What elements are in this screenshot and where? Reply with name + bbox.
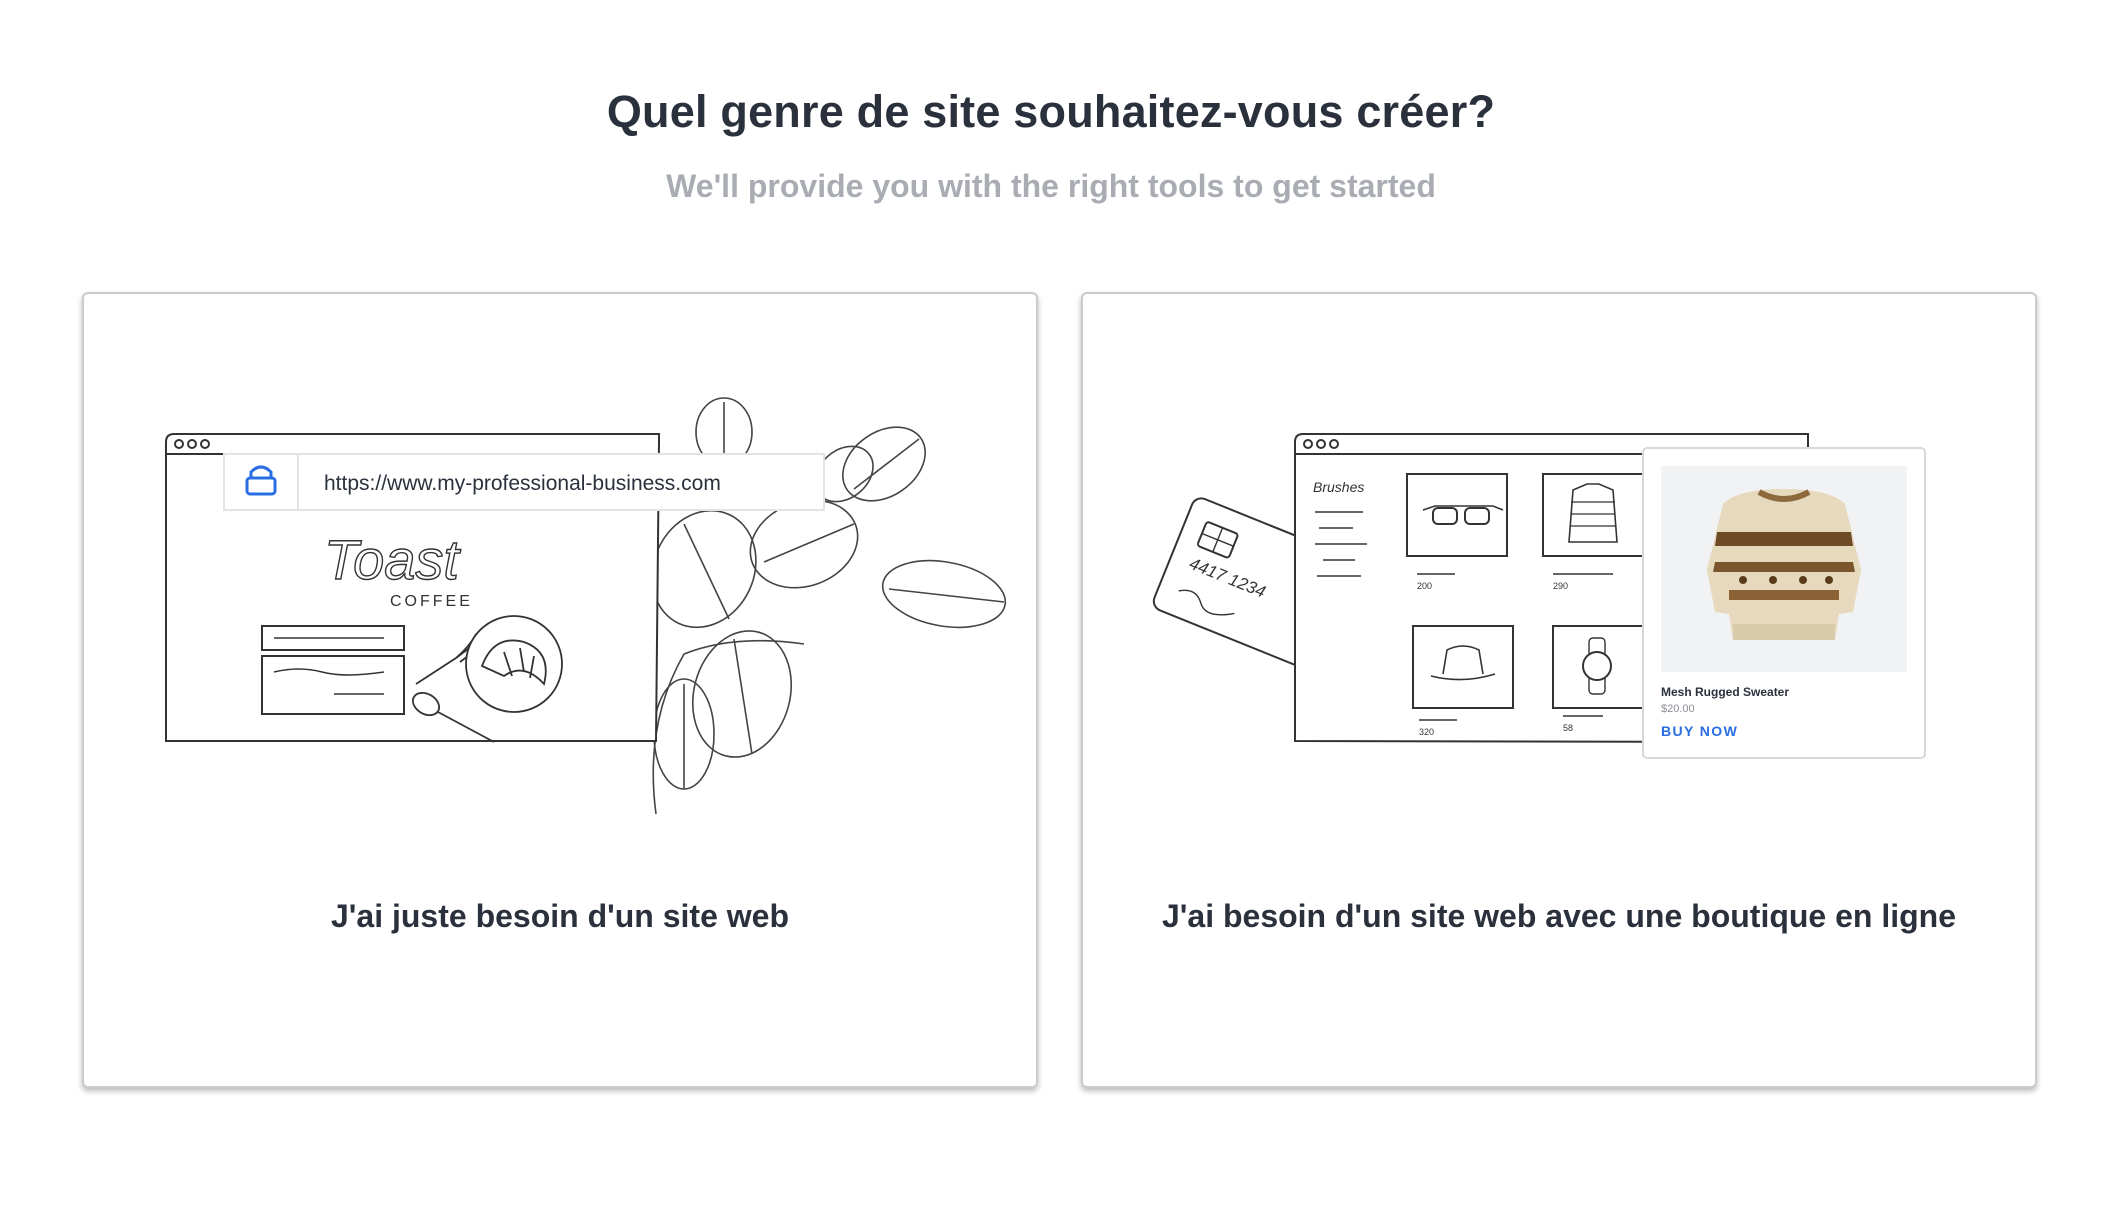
croissant-icon bbox=[465, 615, 563, 713]
product-price: $20.00 bbox=[1661, 703, 1695, 715]
watch-icon bbox=[1552, 625, 1644, 709]
price-watch: 58 bbox=[1563, 723, 1573, 733]
brand-script: Toast bbox=[324, 528, 461, 591]
option-label-website: J'ai juste besoin d'un site web bbox=[331, 898, 789, 934]
shirt-icon bbox=[1542, 473, 1644, 557]
website-illustration: https://www.my-professional-business.com… bbox=[84, 394, 1036, 815]
option-label-online-store: J'ai besoin d'un site web avec une bouti… bbox=[1161, 898, 1957, 934]
brand-word: COFFEE bbox=[390, 593, 473, 610]
price-shirt: 290 bbox=[1553, 581, 1568, 591]
hat-icon bbox=[1412, 625, 1514, 709]
url-text: https://www.my-professional-business.com bbox=[324, 472, 721, 495]
page-subtitle: We'll provide you with the right tools t… bbox=[666, 168, 1436, 204]
site-type-page: Quel genre de site souhaitez-vous créer?… bbox=[0, 0, 2102, 1224]
price-hat: 320 bbox=[1419, 727, 1434, 737]
store-illustration: 4417 1234 Brushes 200 290 320 58 Mesh Ru… bbox=[1083, 394, 2035, 814]
product-card: Mesh Rugged Sweater $20.00 BUY NOW bbox=[1642, 447, 1926, 759]
store-name: Brushes bbox=[1313, 479, 1364, 495]
product-name: Mesh Rugged Sweater bbox=[1661, 685, 1789, 699]
option-card-online-store[interactable]: 4417 1234 Brushes 200 290 320 58 Mesh Ru… bbox=[1081, 292, 2037, 1088]
option-card-website[interactable]: https://www.my-professional-business.com… bbox=[82, 292, 1038, 1088]
sweater-image bbox=[1707, 489, 1861, 640]
url-bar: https://www.my-professional-business.com bbox=[223, 453, 825, 511]
buy-now-link: BUY NOW bbox=[1661, 723, 1738, 739]
glasses-icon bbox=[1406, 473, 1508, 557]
page-title: Quel genre de site souhaitez-vous créer? bbox=[606, 86, 1496, 137]
price-glasses: 200 bbox=[1417, 581, 1432, 591]
